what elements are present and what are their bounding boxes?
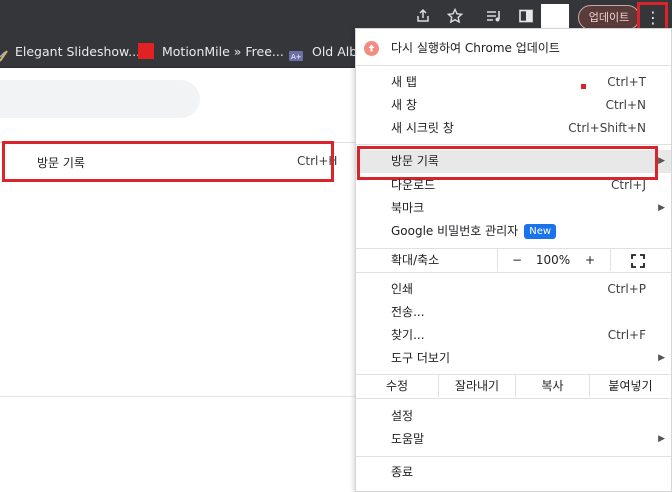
menu-item-label: 다시 실행하여 Chrome 업데이트 [391,41,560,55]
menu-item-password-manager[interactable]: Google 비밀번호 관리자 New [356,220,671,243]
bookmark-favicon-icon [138,43,154,59]
menu-item-label: Google 비밀번호 관리자 New [391,220,557,243]
menu-item-label: 새 탭 [391,75,417,89]
menu-item-label: 찾기... [391,328,425,342]
submenu-arrow-icon: ▶ [658,434,665,444]
page-search-box[interactable] [0,80,200,118]
menu-item-new-tab[interactable]: 새 탭 Ctrl+T [356,71,671,94]
bookmark-favicon-icon: A+ [288,43,304,61]
bookmark-label: Old Alb [312,44,358,59]
menu-item-settings[interactable]: 설정 [356,405,671,428]
menu-item-exit[interactable]: 종료 [356,461,671,484]
menu-item-find[interactable]: 찾기... Ctrl+F [356,324,671,347]
menu-separator [356,456,671,457]
menu-separator [356,272,671,273]
media-control-icon[interactable] [484,8,504,28]
menu-item-label: 도움말 [391,432,425,446]
menu-item-more-tools[interactable]: 도구 더보기 ▶ [356,347,671,370]
svg-text:A+: A+ [291,53,302,61]
menu-separator [356,398,671,399]
menu-item-update[interactable]: 다시 실행하여 Chrome 업데이트 [356,37,671,60]
menu-separator [356,65,671,66]
submenu-arrow-icon: ▶ [658,156,665,166]
update-arrow-icon [364,41,379,56]
star-icon[interactable] [445,7,465,28]
menu-item-cast[interactable]: 전송... [356,301,671,324]
update-button[interactable]: 업데이트 [578,5,640,30]
menu-item-shortcut: Ctrl+J [611,178,646,192]
copy-button[interactable]: 복사 [516,375,589,397]
edit-label: 수정 [385,379,409,393]
menu-item-label: 도구 더보기 [391,351,451,365]
bookmark-label: Elegant Slideshow... [15,44,141,59]
menu-item-label: 새 시크릿 창 [391,121,454,135]
share-icon[interactable] [413,8,433,28]
profile-avatar[interactable] [541,4,569,30]
menu-item-new-window[interactable]: 새 창 Ctrl+N [356,94,671,117]
menu-item-label: 전송... [391,305,425,319]
menu-item-label: 설정 [391,409,414,423]
paste-button[interactable]: 붙여넣기 [590,375,671,397]
cut-button[interactable]: 잘라내기 [439,375,515,397]
submenu-arrow-icon: ▶ [658,353,665,363]
menu-item-incognito[interactable]: 새 시크릿 창 Ctrl+Shift+N [356,117,671,140]
bookmark-item[interactable]: A+ Old Alb [288,35,357,68]
history-left-highlight-box [2,141,334,182]
menu-item-edit: 수정 잘라내기 복사 붙여넣기 [356,375,671,398]
menu-item-label: 인쇄 [391,282,414,296]
menu-item-zoom: 확대/축소 − 100% + [356,249,671,272]
menu-item-shortcut: Ctrl+Shift+N [568,121,646,135]
bookmark-item[interactable]: Elegant Slideshow... [0,35,140,68]
menu-item-shortcut: Ctrl+T [607,75,646,89]
menu-item-label: 확대/축소 [391,253,440,267]
bookmark-label: MotionMile » Free... [162,44,284,59]
fullscreen-icon[interactable] [630,253,646,269]
menu-item-shortcut: Ctrl+F [607,328,646,342]
menu-separator [356,144,671,145]
menu-item-help[interactable]: 도움말 ▶ [356,428,671,451]
menu-item-label: 새 창 [391,98,417,112]
zoom-divider [610,249,611,271]
divider [0,396,358,397]
menu-item-label: 북마크 [391,201,425,215]
menu-item-label: 다운로드 [391,178,436,192]
menu-item-bookmarks[interactable]: 북마크 ▶ [356,197,671,220]
zoom-out-button[interactable]: − [504,249,530,272]
chrome-main-menu: 다시 실행하여 Chrome 업데이트 새 탭 Ctrl+T 새 창 Ctrl+… [355,28,672,492]
menu-item-label: 종료 [391,465,414,479]
menu-item-shortcut: Ctrl+N [605,98,646,112]
new-badge: New [524,224,557,239]
menu-item-shortcut: Ctrl+P [607,282,646,296]
bookmark-favicon-icon [0,43,8,62]
side-panel-icon[interactable] [516,8,536,28]
zoom-in-button[interactable]: + [578,249,602,272]
bookmark-item[interactable]: MotionMile » Free... [138,35,284,68]
password-manager-label: Google 비밀번호 관리자 [391,224,519,238]
submenu-arrow-icon: ▶ [658,203,665,213]
menu-item-print[interactable]: 인쇄 Ctrl+P [356,278,671,301]
red-dot-marker [581,84,586,89]
zoom-divider [497,249,498,271]
menu-item-downloads[interactable]: 다운로드 Ctrl+J [356,174,671,197]
zoom-level: 100% [535,253,571,267]
